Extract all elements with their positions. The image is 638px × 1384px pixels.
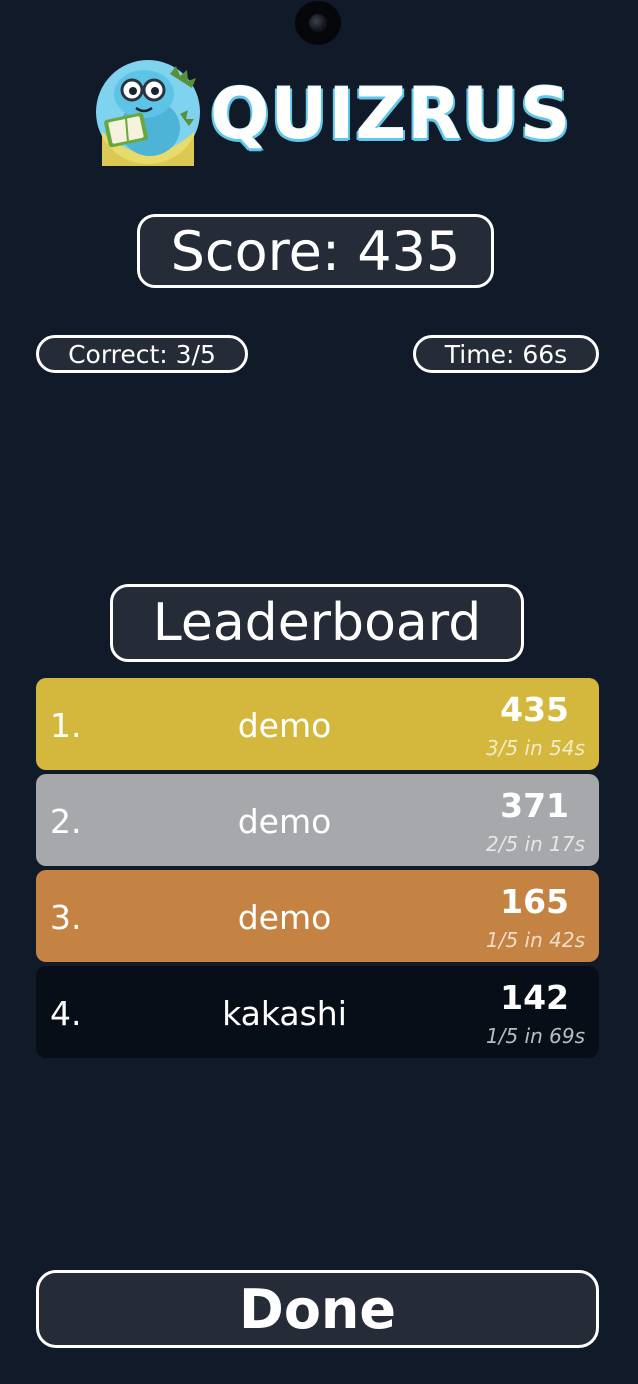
leaderboard-score: 435 [500,690,569,729]
leaderboard-rank: 4. [50,994,82,1033]
app-logo-text: QUIZRUS [210,73,572,155]
leaderboard-row: 3. demo 165 1/5 in 42s [36,870,599,962]
quiz-results-screen: QUIZRUS Score: 435 Correct: 3/5 Time: 66… [0,0,638,1384]
front-camera [295,1,341,45]
leaderboard-detail: 3/5 in 54s [485,736,585,760]
leaderboard-player-name: demo [237,898,332,937]
leaderboard-player-name: demo [237,802,332,841]
leaderboard-title: Leaderboard [110,584,524,662]
leaderboard-row: 2. demo 371 2/5 in 17s [36,774,599,866]
leaderboard-player-name: demo [237,706,332,745]
elapsed-time-badge: Time: 66s [413,335,599,373]
leaderboard-rank: 1. [50,706,82,745]
leaderboard-score: 371 [500,786,569,825]
leaderboard-detail: 1/5 in 42s [485,928,585,952]
leaderboard-score: 142 [500,978,569,1017]
score-display: Score: 435 [137,214,494,288]
leaderboard-detail: 2/5 in 17s [485,832,585,856]
app-logo: QUIZRUS [92,54,570,174]
leaderboard-score: 165 [500,882,569,921]
camera-lens [309,14,327,32]
leaderboard-list: 1. demo 435 3/5 in 54s 2. demo 371 2/5 i… [36,678,599,1062]
leaderboard-rank: 3. [50,898,82,937]
correct-answers-badge: Correct: 3/5 [36,335,248,373]
leaderboard-row: 4. kakashi 142 1/5 in 69s [36,966,599,1058]
leaderboard-row: 1. demo 435 3/5 in 54s [36,678,599,770]
done-button[interactable]: Done [36,1270,599,1348]
dinosaur-mascot-icon [96,60,200,166]
leaderboard-rank: 2. [50,802,82,841]
leaderboard-detail: 1/5 in 69s [485,1024,585,1048]
leaderboard-player-name: kakashi [222,994,347,1033]
